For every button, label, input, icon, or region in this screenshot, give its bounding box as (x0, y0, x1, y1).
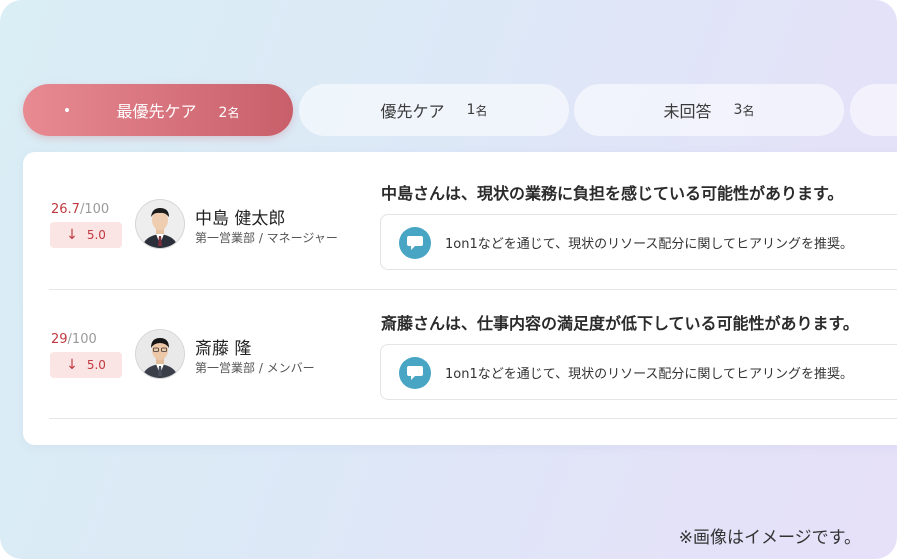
app-frame: 最優先ケア2名 優先ケア1名 未回答3名 26.7/100 ↓ 5.0 (0, 0, 897, 559)
tab-count: 3 (733, 102, 743, 118)
avatar (136, 200, 184, 248)
score-change-value: 5.0 (86, 358, 106, 372)
tab-unanswered[interactable]: 未回答 3 名 (574, 84, 844, 136)
employee-name: 斎藤 隆 (195, 339, 252, 359)
engagement-score: 26.7/100 (51, 202, 109, 217)
tab-next-partial[interactable] (850, 84, 897, 136)
tab-content: 最優先ケア 2名 (117, 98, 240, 122)
engagement-score: 29/100 (51, 332, 97, 347)
tab-count-unit: 名 (742, 103, 755, 118)
active-indicator-dot (65, 108, 69, 112)
arrow-down-icon: ↓ (66, 357, 78, 373)
advice-text: 1on1などを通じて、現状のリソース配分に関してヒアリングを推奨。 (445, 237, 854, 252)
tab-label: 優先ケア (380, 102, 445, 121)
arrow-down-icon: ↓ (66, 227, 78, 243)
row-divider (49, 289, 897, 290)
tab-count: 1 (466, 102, 476, 118)
score-value: 29 (51, 332, 68, 347)
advice-text: 1on1などを通じて、現状のリソース配分に関してヒアリングを推奨。 (445, 367, 854, 382)
employee-role: 第一営業部 / マネージャー (195, 231, 338, 245)
tab-top-priority-care[interactable]: 最優先ケア 2名 (23, 84, 293, 136)
image-disclaimer: ※画像はイメージです。 (678, 528, 861, 548)
employee-name: 中島 健太郎 (195, 209, 286, 229)
tab-count-unit: 名 (227, 106, 240, 120)
chat-bubble-icon (399, 227, 431, 259)
tab-label: 未回答 (663, 102, 712, 121)
tab-priority-care[interactable]: 優先ケア 1 名 (299, 84, 569, 136)
employee-row[interactable]: 29/100 ↓ 5.0 斎藤 隆 第一営業部 / メンバー 斎藤さんは、仕事内… (23, 300, 897, 430)
score-max: /100 (79, 202, 110, 217)
score-change-value: 5.0 (86, 228, 106, 242)
score-change-badge: ↓ 5.0 (50, 222, 122, 248)
advice-box[interactable]: 1on1などを通じて、現状のリソース配分に関してヒアリングを推奨。 (380, 344, 897, 400)
score-max: /100 (67, 332, 97, 347)
insight-headline: 斎藤さんは、仕事内容の満足度が低下している可能性があります。 (381, 314, 859, 333)
row-divider (49, 418, 897, 419)
score-change-badge: ↓ 5.0 (50, 352, 122, 378)
chat-bubble-icon (399, 357, 431, 389)
tab-label: 最優先ケア (116, 102, 197, 121)
avatar (136, 330, 184, 378)
employee-list-panel: 26.7/100 ↓ 5.0 中島 健太郎 第一営業部 / マネージャー 中島さ… (23, 152, 897, 445)
score-value: 26.7 (51, 202, 80, 217)
employee-row[interactable]: 26.7/100 ↓ 5.0 中島 健太郎 第一営業部 / マネージャー 中島さ… (23, 170, 897, 300)
tab-count-unit: 名 (475, 103, 488, 118)
advice-box[interactable]: 1on1などを通じて、現状のリソース配分に関してヒアリングを推奨。 (380, 214, 897, 270)
employee-role: 第一営業部 / メンバー (195, 361, 315, 375)
insight-headline: 中島さんは、現状の業務に負担を感じている可能性があります。 (381, 184, 844, 203)
